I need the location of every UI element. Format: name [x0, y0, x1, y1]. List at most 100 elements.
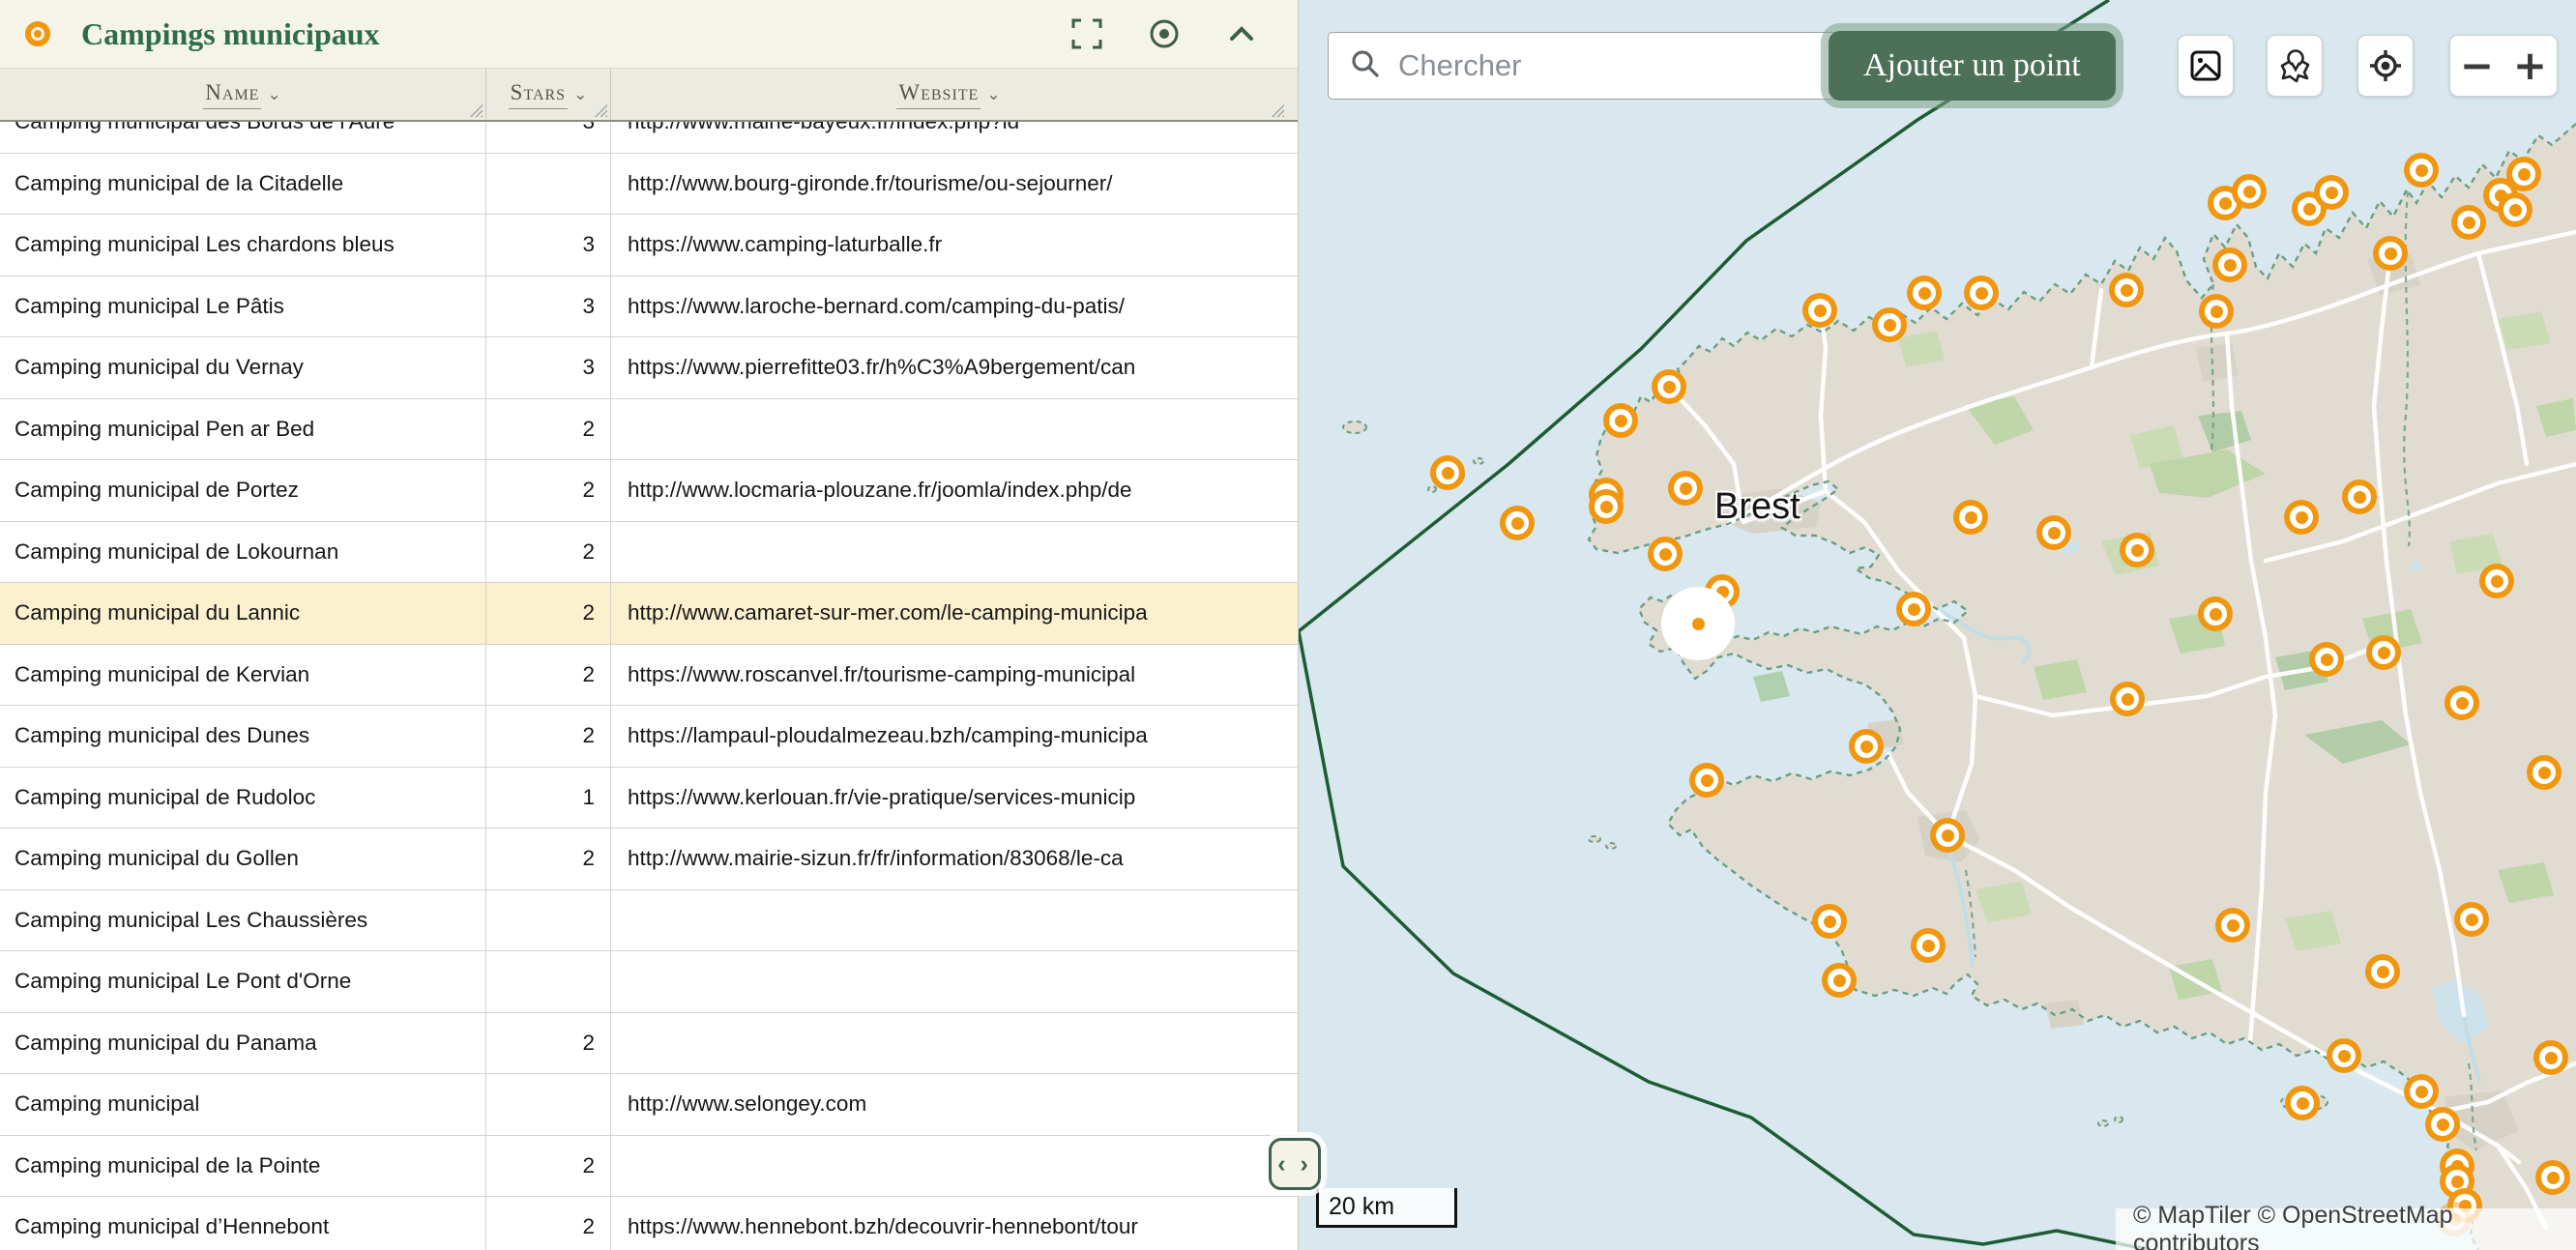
map-marker[interactable] [2373, 236, 2408, 271]
table-row[interactable]: Camping municipal de Portez 2 http://www… [0, 460, 1298, 522]
cell-website: http://www.locmaria-plouzane.fr/joomla/i… [611, 460, 1287, 521]
table-row[interactable]: Camping municipal des Bords de l'Aure 3 … [0, 122, 1298, 154]
map-marker[interactable] [1872, 307, 1907, 342]
locate-layer-icon[interactable] [1147, 16, 1182, 51]
table-row[interactable]: Camping municipal du Panama 2 [0, 1013, 1298, 1075]
map-marker[interactable] [2036, 515, 2071, 550]
map-marker[interactable] [1822, 963, 1857, 998]
map-pin-layers-button[interactable] [2267, 35, 2323, 97]
add-point-button[interactable]: Ajouter un point [1829, 31, 2116, 101]
map-marker[interactable] [1589, 489, 1624, 524]
table-row[interactable]: Camping municipal de Rudoloc 1 https://w… [0, 768, 1298, 829]
table-row[interactable]: Camping municipal des Dunes 2 https://la… [0, 706, 1298, 768]
table-row[interactable]: Camping municipal Le Pont d'Orne [0, 951, 1298, 1013]
image-icon [2187, 47, 2224, 84]
table-row[interactable]: Camping municipal d’Hennebont 2 https://… [0, 1197, 1298, 1250]
map-marker[interactable] [2198, 596, 2233, 631]
map-marker[interactable] [1896, 592, 1931, 626]
table-row[interactable]: Camping municipal du Gollen 2 http://www… [0, 828, 1298, 890]
column-resize-grip[interactable] [591, 101, 607, 117]
map-marker[interactable] [1911, 928, 1946, 963]
column-header-stars[interactable]: Stars ⌄ [486, 69, 611, 120]
zoom-out-button[interactable]: − [2450, 36, 2503, 96]
map-marker[interactable] [1907, 276, 1942, 310]
basemap-style-button[interactable] [2178, 35, 2234, 97]
panel-titlebar: Campings municipaux [0, 0, 1298, 69]
map-marker[interactable] [1953, 500, 1988, 535]
map-marker[interactable] [2404, 1074, 2439, 1109]
map-marker-selected[interactable] [1681, 606, 1715, 641]
cell-website: https://lampaul-ploudalmezeau.bzh/campin… [611, 706, 1287, 767]
cell-name: Camping municipal des Bords de l'Aure [0, 122, 486, 153]
map-marker[interactable] [2327, 1038, 2361, 1073]
map-marker[interactable] [2232, 174, 2267, 209]
map-marker[interactable] [1930, 818, 1965, 853]
column-resize-grip[interactable] [466, 101, 483, 117]
map-canvas[interactable]: Brest [1299, 0, 2576, 1250]
table-row[interactable]: Camping municipal http://www.selongey.co… [0, 1074, 1298, 1136]
map-marker[interactable] [2110, 682, 2145, 716]
map-marker[interactable] [2444, 685, 2479, 720]
map-marker[interactable] [2498, 192, 2532, 227]
cell-website [611, 1013, 1287, 1074]
map-marker[interactable] [1849, 729, 1884, 764]
map-marker[interactable] [2479, 564, 2514, 598]
cell-stars: 2 [486, 706, 611, 767]
column-header-website[interactable]: Website ⌄ [611, 69, 1287, 120]
search-input[interactable] [1398, 48, 1891, 83]
table-row[interactable]: Camping municipal du Vernay 3 https://ww… [0, 337, 1298, 399]
table-row[interactable]: Camping municipal Pen ar Bed 2 [0, 399, 1298, 461]
fullscreen-icon[interactable] [1069, 16, 1104, 51]
map-marker[interactable] [2212, 247, 2247, 282]
map-marker[interactable] [1802, 293, 1837, 328]
table-rows-viewport[interactable]: Camping municipal des Bords de l'Aure 3 … [0, 122, 1298, 1250]
map-marker[interactable] [2342, 480, 2377, 514]
collapse-panel-icon[interactable] [1224, 16, 1259, 51]
map-marker[interactable] [2120, 533, 2154, 567]
map-marker[interactable] [2366, 635, 2401, 670]
map-marker[interactable] [2535, 1160, 2570, 1195]
map-marker[interactable] [1964, 276, 1999, 310]
table-row[interactable]: Camping municipal de la Citadelle http:/… [0, 154, 1298, 216]
table-row[interactable]: Camping municipal de Lokournan 2 [0, 522, 1298, 584]
geolocate-button[interactable] [2357, 35, 2414, 97]
column-header-name[interactable]: Name ⌄ [0, 69, 486, 120]
map-marker[interactable] [1500, 506, 1535, 540]
map-marker[interactable] [2314, 175, 2349, 210]
map-marker[interactable] [1812, 904, 1847, 939]
map-marker[interactable] [1648, 537, 1683, 571]
map-marker[interactable] [2284, 500, 2319, 535]
table-row[interactable]: Camping municipal Le Pâtis 3 https://www… [0, 276, 1298, 338]
zoom-in-button[interactable]: + [2503, 36, 2557, 96]
map-attribution[interactable]: © MapTiler © OpenStreetMap contributors [2116, 1208, 2576, 1250]
map-marker[interactable] [2533, 1040, 2568, 1075]
map-marker[interactable] [2109, 273, 2144, 307]
map-marker[interactable] [2451, 205, 2486, 240]
cell-stars: 3 [486, 337, 611, 398]
map-marker[interactable] [2199, 294, 2234, 329]
table-row[interactable]: Camping municipal de la Pointe 2 [0, 1136, 1298, 1198]
table-row[interactable]: Camping municipal du Lannic 2 http://www… [0, 583, 1298, 645]
map-marker[interactable] [1652, 369, 1686, 404]
map-marker[interactable] [1689, 763, 1724, 798]
map-marker[interactable] [2365, 954, 2400, 989]
map-marker[interactable] [2309, 642, 2344, 677]
map-marker[interactable] [1668, 471, 1703, 506]
table-row[interactable]: Camping municipal Les chardons bleus 3 h… [0, 215, 1298, 276]
table-row[interactable]: Camping municipal Les Chaussières [0, 890, 1298, 952]
scale-label: 20 km [1329, 1193, 1394, 1221]
map-marker[interactable] [2215, 908, 2250, 943]
map-marker[interactable] [2285, 1086, 2320, 1120]
cell-name: Camping municipal du Vernay [0, 337, 486, 398]
table-row[interactable]: Camping municipal de Kervian 2 https://w… [0, 645, 1298, 707]
cell-website: https://www.kerlouan.fr/vie-pratique/ser… [611, 768, 1287, 828]
map-marker[interactable] [1430, 455, 1465, 490]
cell-website [611, 522, 1287, 583]
map-marker[interactable] [2425, 1107, 2460, 1142]
panel-resize-handle[interactable]: ‹ › [1269, 1138, 1321, 1190]
map-marker[interactable] [2404, 153, 2439, 188]
column-resize-grip[interactable] [1268, 101, 1284, 117]
map-marker[interactable] [2527, 755, 2561, 790]
map-marker[interactable] [1603, 403, 1638, 438]
map-marker[interactable] [2454, 902, 2489, 937]
